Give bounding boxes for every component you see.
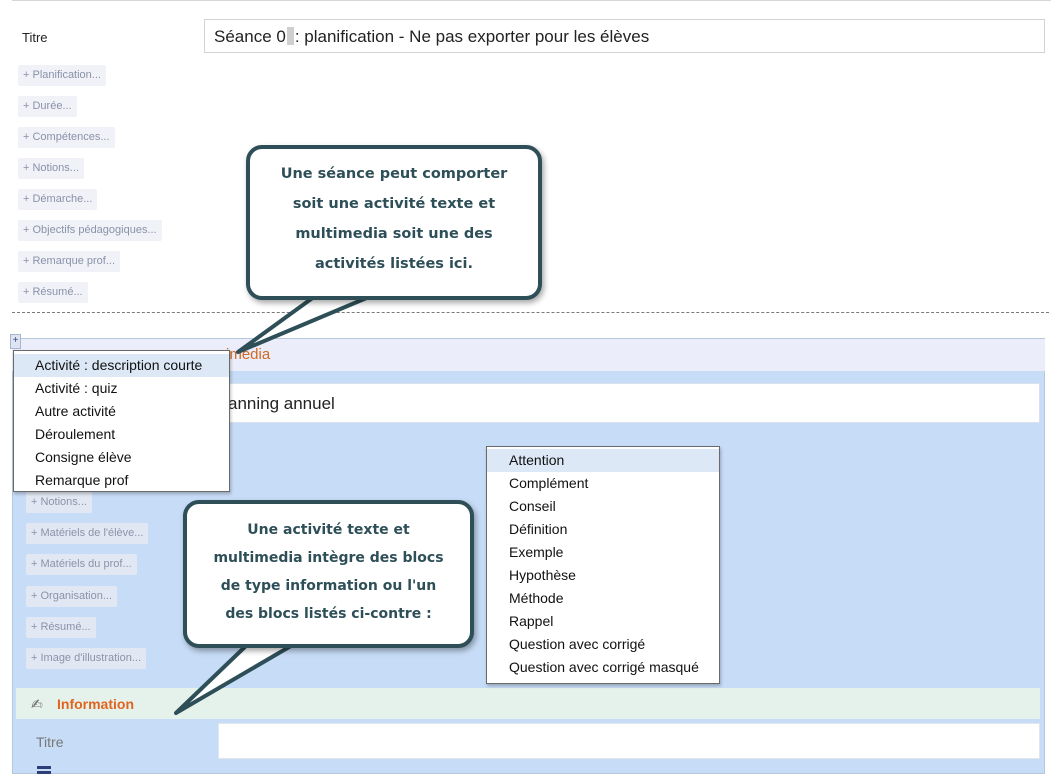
text-cursor <box>286 27 294 45</box>
menu-item-exemple[interactable]: Exemple <box>487 541 719 564</box>
callout-activite-line-1: Une activité texte et <box>247 522 410 538</box>
chip-objectifs[interactable]: + Objectifs pédagogiques... <box>18 220 162 241</box>
menu-item-methode[interactable]: Méthode <box>487 587 719 610</box>
information-title-input[interactable] <box>218 723 1040 759</box>
chip-resume[interactable]: + Résumé... <box>18 282 88 303</box>
callout-seance-line-2: soit une activité texte et <box>292 196 496 212</box>
menu-item-consigne-eleve[interactable]: Consigne élève <box>14 446 229 469</box>
menu-item-hypothese[interactable]: Hypothèse <box>487 564 719 587</box>
seance-title-label: Titre <box>22 30 48 45</box>
top-border <box>12 0 1051 1</box>
chip-image-illustration[interactable]: + Image d'illustration... <box>26 648 147 669</box>
chip-activity-resume[interactable]: + Résumé... <box>26 617 96 638</box>
menu-item-quiz[interactable]: Activité : quiz <box>14 377 229 400</box>
menu-item-remarque-prof[interactable]: Remarque prof <box>14 469 229 492</box>
title-text-before: Séance 0 <box>214 27 286 46</box>
callout-seance: Une séance peut comporter soit une activ… <box>246 145 542 300</box>
callout-activite-line-3: de type information ou l'un <box>220 578 437 594</box>
callout-activite-line-4: des blocs listés ci-contre : <box>225 606 432 622</box>
information-block-header <box>16 688 1040 719</box>
chip-competences[interactable]: + Compétences... <box>18 127 115 148</box>
menu-item-autre-activite[interactable]: Autre activité <box>14 400 229 423</box>
menu-item-rappel[interactable]: Rappel <box>487 610 719 633</box>
chip-materiels-eleve[interactable]: + Matériels de l'élève... <box>26 523 149 544</box>
activity-title-input[interactable]: anning annuel <box>216 383 1040 423</box>
chip-planification[interactable]: + Planification... <box>18 65 106 86</box>
menu-item-definition[interactable]: Définition <box>487 518 719 541</box>
information-title-label: Titre <box>36 734 64 750</box>
chip-notions[interactable]: + Notions... <box>18 158 84 179</box>
activity-header-title: imedia <box>226 346 271 363</box>
add-activity-button[interactable]: + <box>10 334 21 349</box>
menu-item-complement[interactable]: Complément <box>487 472 719 495</box>
chip-remarque-prof[interactable]: + Remarque prof... <box>18 251 121 272</box>
information-block-title: Information <box>57 696 134 712</box>
chip-materiels-prof[interactable]: + Matériels du prof... <box>26 554 137 575</box>
menu-item-deroulement[interactable]: Déroulement <box>14 423 229 446</box>
chip-duree[interactable]: + Durée... <box>18 96 77 117</box>
menu-item-question-corrige[interactable]: Question avec corrigé <box>487 633 719 656</box>
callout-seance-line-3: multimedia soit une des <box>295 226 493 242</box>
title-text-after: : planification - Ne pas exporter pour l… <box>294 27 650 46</box>
seance-title-input[interactable]: Séance 0 : planification - Ne pas exporte… <box>204 19 1045 53</box>
menu-item-question-corrige-masque[interactable]: Question avec corrigé masqué <box>487 656 719 679</box>
chip-activity-notions[interactable]: + Notions... <box>26 492 92 513</box>
menu-item-conseil[interactable]: Conseil <box>487 495 719 518</box>
callout-activite: Une activité texte et multimedia intègre… <box>183 500 474 648</box>
chip-demarche[interactable]: + Démarche... <box>18 189 98 210</box>
menu-item-attention[interactable]: Attention <box>487 449 719 472</box>
chip-organisation[interactable]: + Organisation... <box>26 586 118 607</box>
activity-type-menu: Activité : description courte Activité :… <box>13 350 230 492</box>
callout-activite-line-2: multimedia intègre des blocs <box>213 550 444 566</box>
edit-pen-icon: ✍ <box>31 696 43 712</box>
callout-seance-line-4: activités listées ici. <box>314 256 474 272</box>
menu-item-description-courte[interactable]: Activité : description courte <box>14 354 229 377</box>
section-separator <box>12 312 1049 313</box>
callout-seance-line-1: Une séance peut comporter <box>280 166 508 182</box>
hamburger-menu-icon[interactable] <box>37 766 51 769</box>
block-type-menu: Attention Complément Conseil Définition … <box>486 446 720 684</box>
